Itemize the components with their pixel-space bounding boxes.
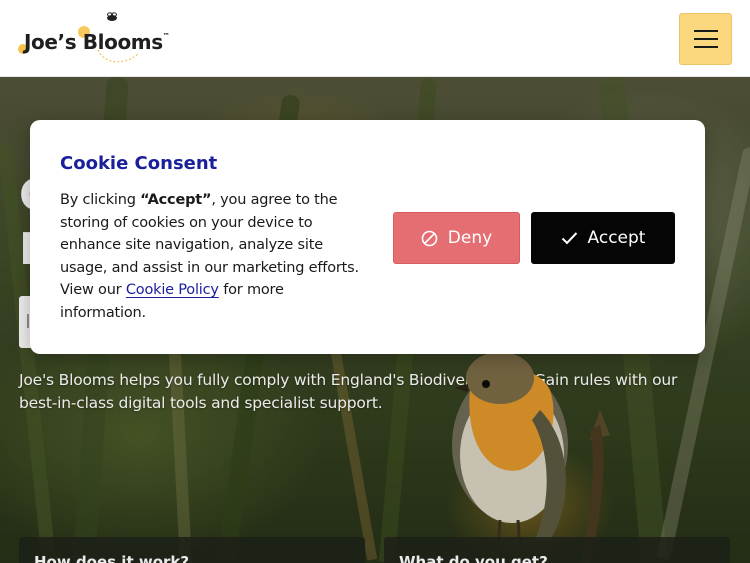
hamburger-icon [693,30,718,48]
logo-swirl-icon [97,49,139,63]
cookie-consent-dialog: Cookie Consent By clicking “Accept”, you… [30,120,705,354]
cookie-policy-link[interactable]: Cookie Policy [126,282,219,298]
cookie-description: By clicking “Accept”, you agree to the s… [60,192,359,321]
menu-button[interactable] [679,13,732,65]
check-icon [561,232,577,245]
accept-button[interactable]: Accept [531,212,675,264]
cookie-title: Cookie Consent [60,153,218,174]
logo[interactable]: Joe’s Blooms™ [18,12,178,68]
site-header: Joe’s Blooms™ [0,0,750,77]
ban-icon [421,230,438,246]
deny-label: Deny [447,228,493,248]
accept-label: Accept [587,228,646,248]
bee-icon [107,12,117,21]
deny-button[interactable]: Deny [393,212,520,264]
